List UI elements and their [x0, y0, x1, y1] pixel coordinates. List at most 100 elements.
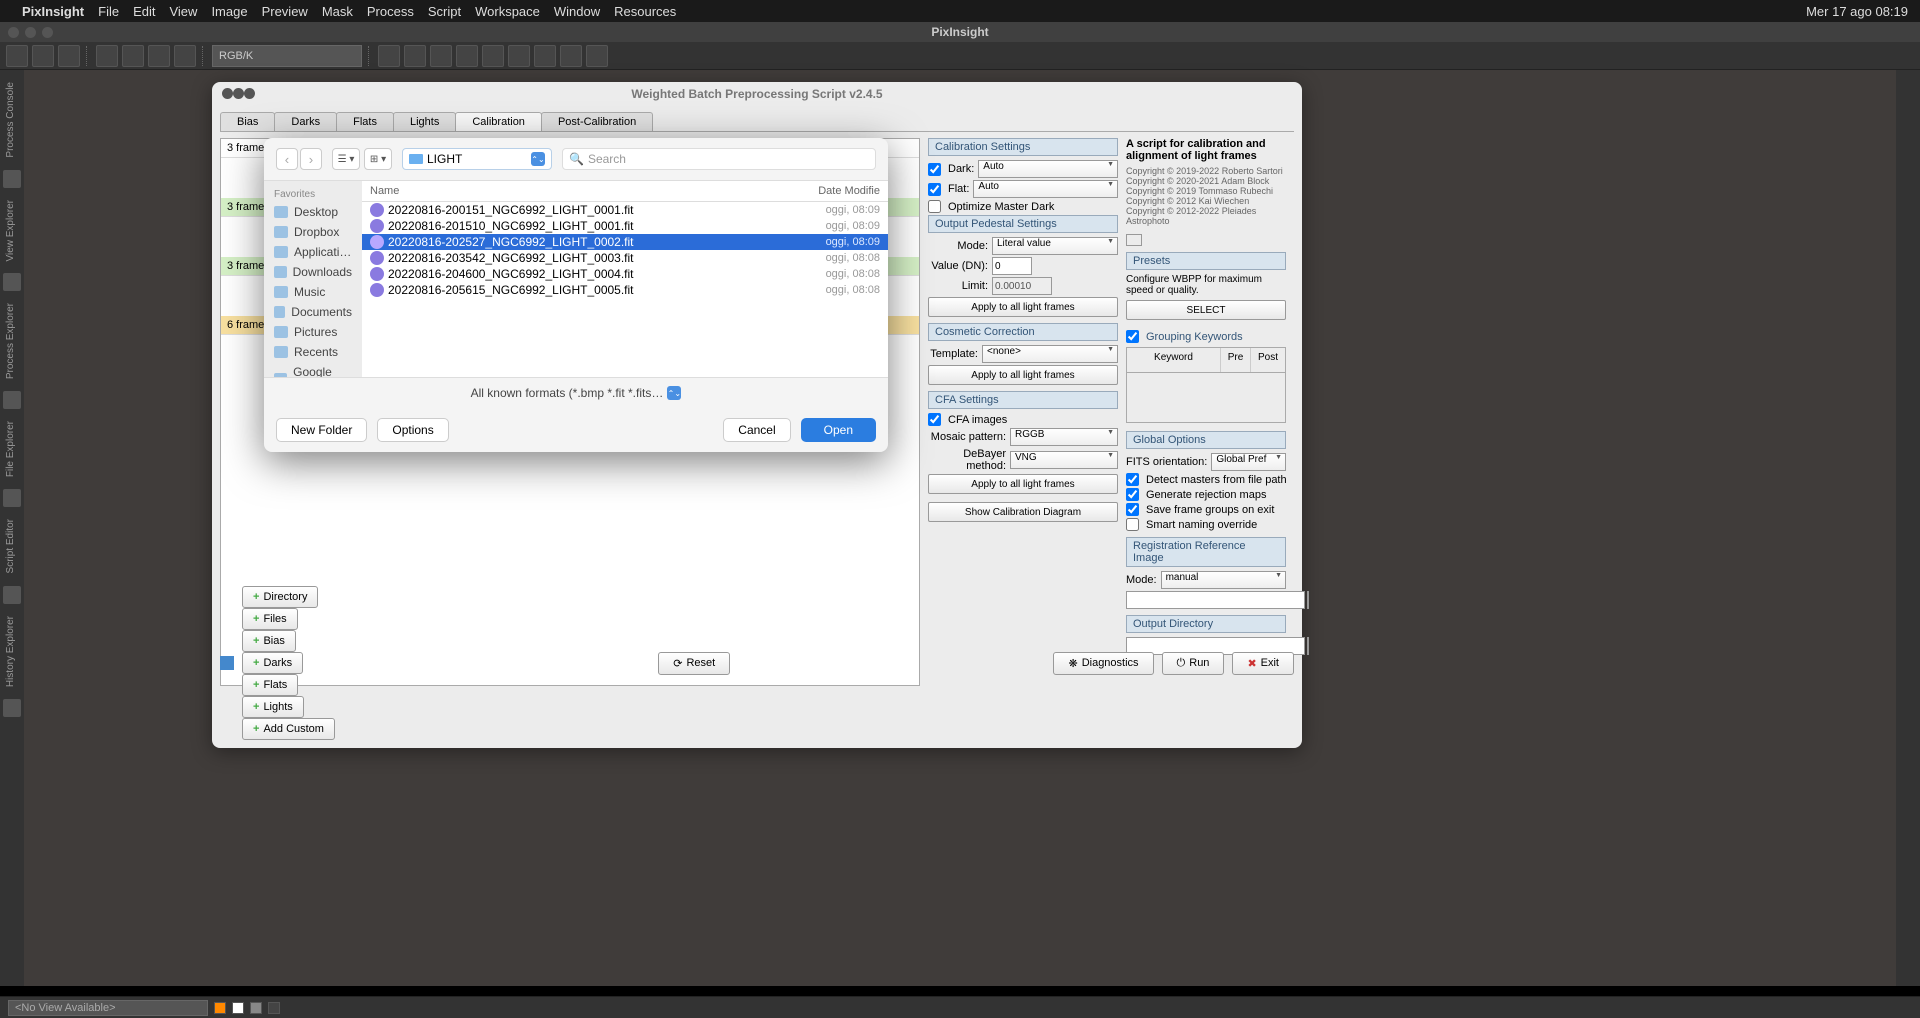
toolbar-button[interactable]: [174, 45, 196, 67]
run-button[interactable]: Run: [1162, 652, 1225, 675]
reset-button[interactable]: Reset: [658, 652, 730, 675]
toolbar-button[interactable]: [378, 45, 400, 67]
add-files-button[interactable]: Files: [242, 608, 298, 630]
save-frame-groups-checkbox[interactable]: [1126, 503, 1139, 516]
cosmetic-apply-button[interactable]: Apply to all light frames: [928, 365, 1118, 385]
tab-post-calibration[interactable]: Post-Calibration: [541, 112, 653, 131]
dock-icon[interactable]: [3, 489, 21, 507]
add-bias-button[interactable]: Bias: [242, 630, 296, 652]
sidebar-item-pictures[interactable]: Pictures: [264, 322, 362, 342]
menu-resources[interactable]: Resources: [614, 4, 676, 19]
flat-dropdown[interactable]: Auto: [973, 180, 1118, 198]
optimize-master-dark-checkbox[interactable]: [928, 200, 941, 213]
menu-view[interactable]: View: [169, 4, 197, 19]
file-row[interactable]: 20220816-203542_NGC6992_LIGHT_0003.fitog…: [362, 250, 888, 266]
menu-mask[interactable]: Mask: [322, 4, 353, 19]
view-grid-icon[interactable]: ⊞ ▾: [364, 148, 392, 170]
tab-calibration[interactable]: Calibration: [455, 112, 542, 131]
view-list-icon[interactable]: ☰ ▾: [332, 148, 360, 170]
add-lights-button[interactable]: Lights: [242, 696, 304, 718]
color-swatch[interactable]: [232, 1002, 244, 1014]
file-row[interactable]: 20220816-205615_NGC6992_LIGHT_0005.fitog…: [362, 282, 888, 298]
triangle-icon[interactable]: [220, 656, 234, 670]
forward-button[interactable]: ›: [300, 148, 322, 170]
dock-icon[interactable]: [3, 586, 21, 604]
debayer-method-dropdown[interactable]: VNG: [1010, 451, 1118, 469]
flat-checkbox[interactable]: [928, 183, 941, 196]
options-button[interactable]: Options: [377, 418, 448, 442]
dock-tab-process-explorer[interactable]: Process Explorer: [3, 295, 18, 387]
sidebar-item-desktop[interactable]: Desktop: [264, 202, 362, 222]
toolbar-button[interactable]: [96, 45, 118, 67]
nav-buttons[interactable]: ‹›: [276, 148, 322, 170]
tab-lights[interactable]: Lights: [393, 112, 456, 131]
dock-tab-script-editor[interactable]: Script Editor: [3, 511, 18, 581]
cosmetic-template-dropdown[interactable]: <none>: [982, 345, 1118, 363]
dock-icon[interactable]: [3, 699, 21, 717]
add-add-custom-button[interactable]: Add Custom: [242, 718, 335, 740]
tab-flats[interactable]: Flats: [336, 112, 394, 131]
detect-masters-checkbox[interactable]: [1126, 473, 1139, 486]
menu-window[interactable]: Window: [554, 4, 600, 19]
folder-icon[interactable]: [1307, 637, 1309, 655]
menu-edit[interactable]: Edit: [133, 4, 155, 19]
toolbar-button[interactable]: [32, 45, 54, 67]
menu-file[interactable]: File: [98, 4, 119, 19]
file-row[interactable]: 20220816-200151_NGC6992_LIGHT_0001.fitog…: [362, 202, 888, 218]
dock-icon[interactable]: [3, 391, 21, 409]
dock-icon[interactable]: [3, 170, 21, 188]
dark-dropdown[interactable]: Auto: [978, 160, 1118, 178]
wbpp-titlebar[interactable]: Weighted Batch Preprocessing Script v2.4…: [212, 82, 1302, 106]
add-darks-button[interactable]: Darks: [242, 652, 303, 674]
presets-select-button[interactable]: SELECT: [1126, 300, 1286, 320]
pedestal-mode-dropdown[interactable]: Literal value: [992, 237, 1118, 255]
dock-tab-history-explorer[interactable]: History Explorer: [3, 608, 18, 695]
cfa-images-checkbox[interactable]: [928, 413, 941, 426]
sidebar-item-downloads[interactable]: Downloads: [264, 262, 362, 282]
cfa-apply-button[interactable]: Apply to all light frames: [928, 474, 1118, 494]
grouping-keywords-table[interactable]: Keyword Pre Post: [1126, 347, 1286, 373]
toolbar-button[interactable]: [122, 45, 144, 67]
diagnostics-button[interactable]: Diagnostics: [1053, 652, 1153, 675]
menu-script[interactable]: Script: [428, 4, 461, 19]
tab-darks[interactable]: Darks: [274, 112, 337, 131]
add-directory-button[interactable]: Directory: [242, 586, 318, 608]
dock-tab-process-console[interactable]: Process Console: [3, 74, 18, 166]
open-button[interactable]: Open: [801, 418, 876, 442]
exit-button[interactable]: Exit: [1232, 652, 1294, 675]
dock-icon[interactable]: [3, 273, 21, 291]
toolbar-button[interactable]: [58, 45, 80, 67]
toolbar-button[interactable]: [508, 45, 530, 67]
file-row[interactable]: 20220816-201510_NGC6992_LIGHT_0001.fitog…: [362, 218, 888, 234]
menu-process[interactable]: Process: [367, 4, 414, 19]
sidebar-item-documents[interactable]: Documents: [264, 302, 362, 322]
fits-orientation-dropdown[interactable]: Global Pref: [1211, 453, 1286, 471]
mosaic-pattern-dropdown[interactable]: RGGB: [1010, 428, 1118, 446]
folder-icon[interactable]: [1307, 591, 1309, 609]
toolbar-button[interactable]: [456, 45, 478, 67]
generate-rejection-maps-checkbox[interactable]: [1126, 488, 1139, 501]
color-swatch[interactable]: [214, 1002, 226, 1014]
cancel-button[interactable]: Cancel: [723, 418, 790, 442]
view-selector[interactable]: RGB/K: [212, 45, 362, 67]
pedestal-apply-button[interactable]: Apply to all light frames: [928, 297, 1118, 317]
grouping-keywords-checkbox[interactable]: [1126, 330, 1139, 343]
toolbar-button[interactable]: [560, 45, 582, 67]
new-folder-button[interactable]: New Folder: [276, 418, 367, 442]
sidebar-item-applicati[interactable]: Applicati…: [264, 242, 362, 262]
add-flats-button[interactable]: Flats: [242, 674, 298, 696]
toolbar-button[interactable]: [430, 45, 452, 67]
dock-tab-view-explorer[interactable]: View Explorer: [3, 192, 18, 270]
menu-workspace[interactable]: Workspace: [475, 4, 540, 19]
menu-image[interactable]: Image: [211, 4, 247, 19]
view-selector-status[interactable]: <No View Available>: [8, 1000, 208, 1016]
toolbar-button[interactable]: [404, 45, 426, 67]
back-button[interactable]: ‹: [276, 148, 298, 170]
show-calibration-diagram-button[interactable]: Show Calibration Diagram: [928, 502, 1118, 522]
window-controls[interactable]: [8, 27, 53, 38]
location-dropdown[interactable]: LIGHT ⌃⌄: [402, 148, 552, 170]
app-name[interactable]: PixInsight: [22, 4, 84, 19]
file-row[interactable]: 20220816-202527_NGC6992_LIGHT_0002.fitog…: [362, 234, 888, 250]
color-swatch[interactable]: [250, 1002, 262, 1014]
dock-tab-file-explorer[interactable]: File Explorer: [3, 413, 18, 485]
